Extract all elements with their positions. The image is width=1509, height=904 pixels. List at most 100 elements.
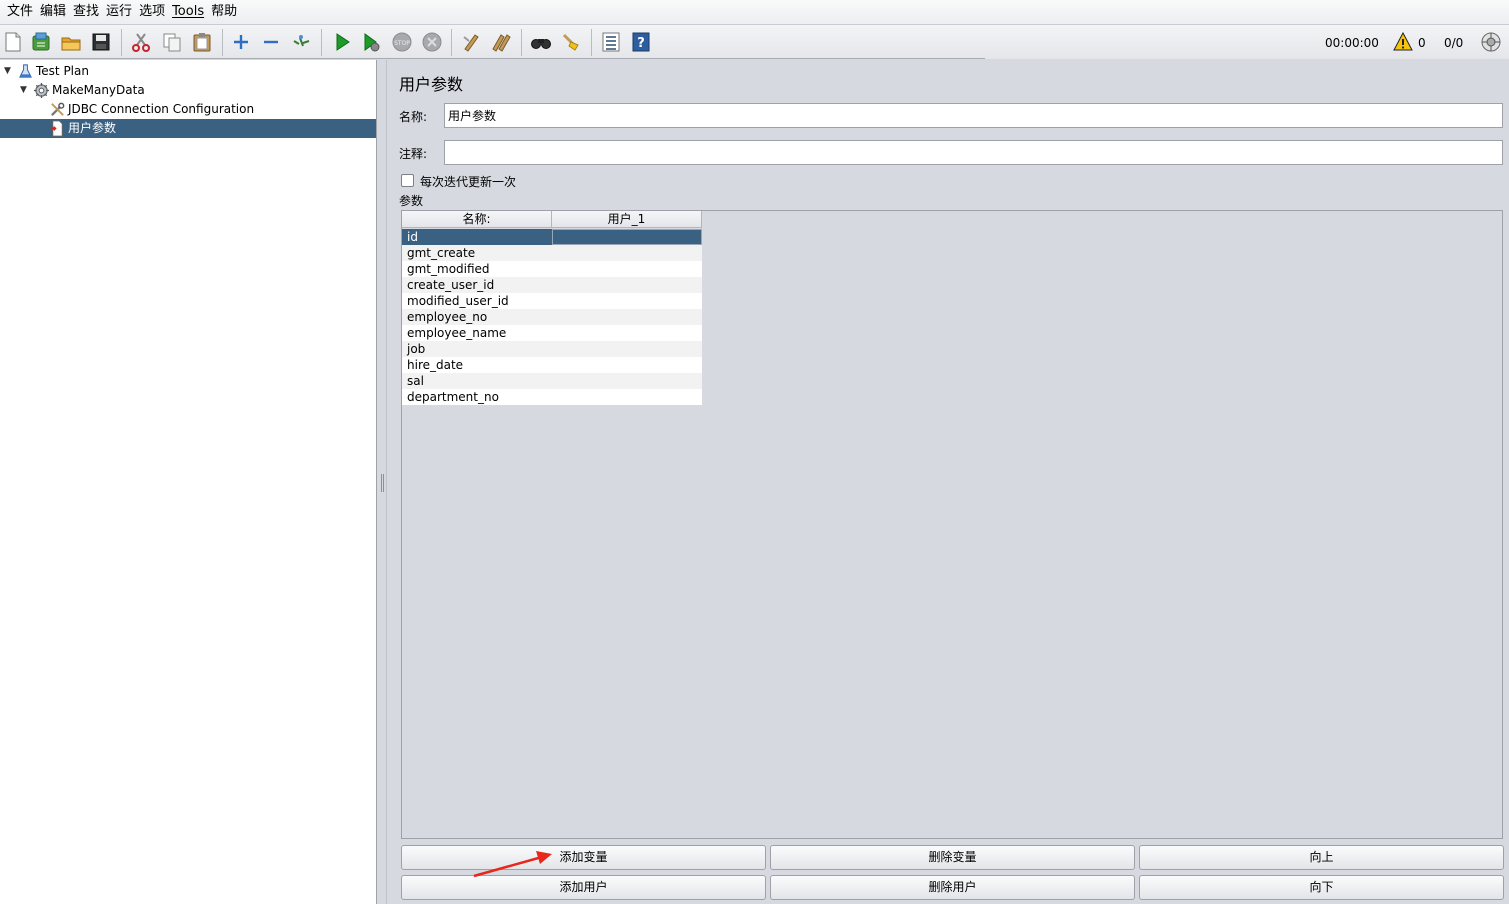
- table-cell-name[interactable]: department_no: [402, 389, 552, 405]
- menu-options[interactable]: 选项: [136, 0, 168, 24]
- search-icon[interactable]: [529, 30, 553, 54]
- start-icon[interactable]: [330, 30, 354, 54]
- clear-all-icon[interactable]: [489, 30, 513, 54]
- copy-icon[interactable]: [160, 30, 184, 54]
- tree-node-user-parameters[interactable]: 用户参数: [0, 119, 376, 138]
- table-cell-value[interactable]: [552, 341, 702, 357]
- svg-text:?: ?: [637, 36, 645, 51]
- paste-icon[interactable]: [190, 30, 214, 54]
- table-cell-value[interactable]: [552, 245, 702, 261]
- svg-text:STOP: STOP: [394, 40, 410, 47]
- update-once-per-iteration-label: 每次迭代更新一次: [420, 175, 517, 189]
- start-no-pause-icon[interactable]: [359, 30, 383, 54]
- table-row[interactable]: employee_name: [402, 325, 702, 341]
- annotation-arrow-icon: [473, 851, 552, 878]
- menu-file[interactable]: 文件: [4, 0, 36, 24]
- name-input[interactable]: [444, 103, 1503, 128]
- help-icon[interactable]: ?: [629, 30, 653, 54]
- table-cell-name[interactable]: sal: [402, 373, 552, 389]
- menu-search[interactable]: 查找: [70, 0, 102, 24]
- tree-node-test-plan[interactable]: ▼ Test Plan: [4, 62, 89, 81]
- table-row[interactable]: modified_user_id: [402, 293, 702, 309]
- delete-user-button[interactable]: 删除用户: [770, 875, 1135, 900]
- stop-icon[interactable]: STOP: [390, 30, 414, 54]
- parameters-label: 参数: [399, 194, 424, 208]
- table-row[interactable]: department_no: [402, 389, 702, 405]
- collapse-icon[interactable]: [259, 30, 283, 54]
- clear-icon[interactable]: [459, 30, 483, 54]
- new-icon[interactable]: [1, 30, 25, 54]
- table-row[interactable]: sal: [402, 373, 702, 389]
- add-user-button[interactable]: 添加用户: [401, 875, 766, 900]
- document-icon: [48, 120, 66, 138]
- tree-expand-toggle[interactable]: ▼: [4, 62, 16, 81]
- table-row[interactable]: id: [402, 229, 702, 245]
- column-header-user-1[interactable]: 用户_1: [552, 211, 702, 227]
- menu-tools[interactable]: Tools: [169, 0, 207, 24]
- table-cell-name[interactable]: gmt_modified: [402, 261, 552, 277]
- move-up-button[interactable]: 向上: [1139, 845, 1504, 870]
- table-row[interactable]: employee_no: [402, 309, 702, 325]
- table-cell-name[interactable]: id: [402, 229, 552, 245]
- tree-node-label: MakeManyData: [52, 83, 145, 97]
- comment-input[interactable]: [444, 140, 1503, 165]
- table-cell-value[interactable]: [552, 373, 702, 389]
- table-cell-name[interactable]: employee_name: [402, 325, 552, 341]
- parameters-table-body: id gmt_create gmt_modified create_user_i…: [402, 229, 702, 405]
- table-row[interactable]: create_user_id: [402, 277, 702, 293]
- table-cell-name[interactable]: modified_user_id: [402, 293, 552, 309]
- table-row[interactable]: gmt_modified: [402, 261, 702, 277]
- panel-title: 用户参数: [399, 75, 464, 94]
- parameters-table-header: 名称: 用户_1: [402, 211, 702, 228]
- table-cell-value[interactable]: [552, 277, 702, 293]
- menu-run[interactable]: 运行: [103, 0, 135, 24]
- tree-node-jdbc-config[interactable]: JDBC Connection Configuration: [48, 100, 254, 119]
- table-cell-value[interactable]: [552, 229, 702, 245]
- table-row[interactable]: job: [402, 341, 702, 357]
- expand-icon[interactable]: [229, 30, 253, 54]
- templates-icon[interactable]: [29, 30, 53, 54]
- comment-label: 注释:: [399, 147, 428, 161]
- splitter-grip[interactable]: [381, 474, 384, 492]
- table-cell-value[interactable]: [552, 389, 702, 405]
- function-helper-icon[interactable]: [599, 30, 623, 54]
- elapsed-time: 00:00:00: [1325, 36, 1379, 50]
- save-icon[interactable]: [89, 30, 113, 54]
- table-cell-name[interactable]: gmt_create: [402, 245, 552, 261]
- delete-variable-button[interactable]: 删除变量: [770, 845, 1135, 870]
- table-cell-value[interactable]: [552, 309, 702, 325]
- table-cell-value[interactable]: [552, 357, 702, 373]
- thread-count: 0/0: [1444, 36, 1464, 50]
- test-plan-tree: ▼ Test Plan ▼ MakeManyData JDBC Connecti…: [0, 60, 377, 904]
- name-label: 名称:: [399, 110, 428, 124]
- table-cell-name[interactable]: employee_no: [402, 309, 552, 325]
- warning-icon[interactable]: [1391, 30, 1415, 54]
- update-once-per-iteration-checkbox[interactable]: [401, 174, 414, 187]
- remote-status-icon: [1479, 30, 1503, 54]
- menu-help[interactable]: 帮助: [208, 0, 240, 24]
- menu-edit[interactable]: 编辑: [37, 0, 69, 24]
- add-variable-button[interactable]: 添加变量: [401, 845, 766, 870]
- column-header-name[interactable]: 名称:: [402, 211, 552, 227]
- reset-search-icon[interactable]: [559, 30, 583, 54]
- shutdown-icon[interactable]: [420, 30, 444, 54]
- tree-expand-toggle[interactable]: ▼: [20, 81, 32, 100]
- toggle-icon[interactable]: [289, 30, 313, 54]
- warning-count: 0: [1418, 36, 1426, 50]
- table-cell-name[interactable]: create_user_id: [402, 277, 552, 293]
- table-cell-value[interactable]: [552, 261, 702, 277]
- wrench-icon: [48, 101, 66, 119]
- table-cell-value[interactable]: [552, 325, 702, 341]
- open-icon[interactable]: [59, 30, 83, 54]
- menu-bar: 文件 编辑 查找 运行 选项 Tools 帮助: [0, 0, 1509, 24]
- cut-icon[interactable]: [129, 30, 153, 54]
- table-row[interactable]: gmt_create: [402, 245, 702, 261]
- tree-node-thread-group[interactable]: ▼ MakeManyData: [20, 81, 145, 100]
- toolbar: STOP ? 00:00:00 0 0/0: [0, 24, 1509, 59]
- table-cell-value[interactable]: [552, 293, 702, 309]
- move-down-button[interactable]: 向下: [1139, 875, 1504, 900]
- table-row[interactable]: hire_date: [402, 357, 702, 373]
- table-cell-name[interactable]: job: [402, 341, 552, 357]
- flask-icon: [16, 63, 34, 81]
- table-cell-name[interactable]: hire_date: [402, 357, 552, 373]
